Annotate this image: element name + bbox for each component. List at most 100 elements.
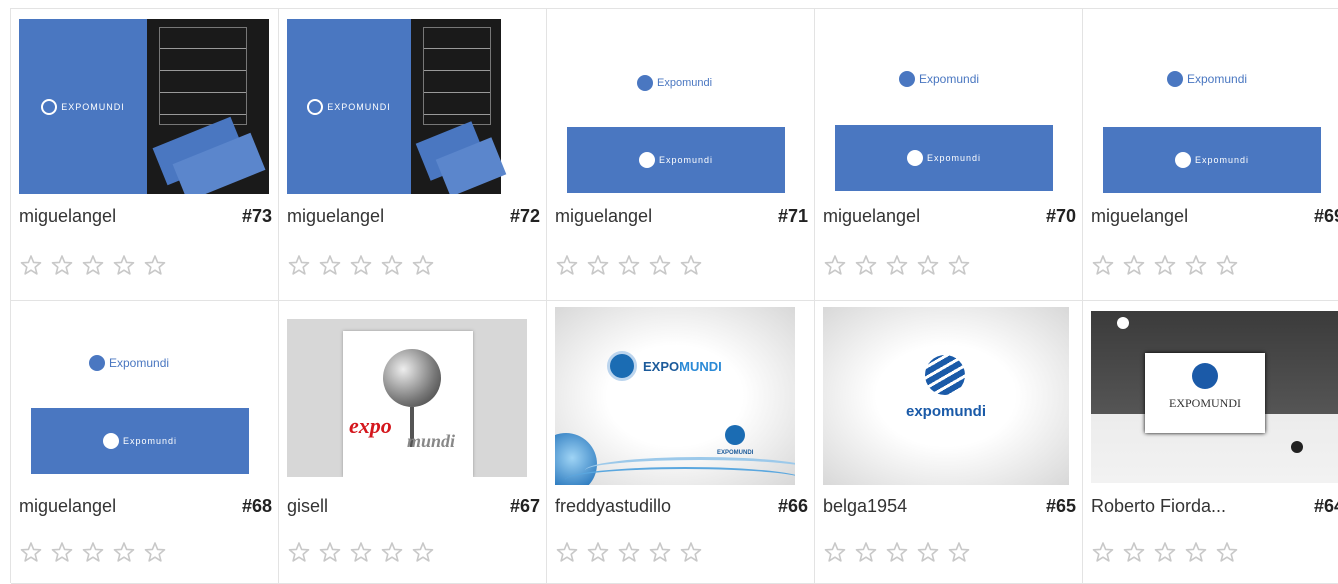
star-outline-icon[interactable]	[287, 254, 311, 276]
entry-author[interactable]: belga1954	[823, 496, 907, 517]
entry-author[interactable]: miguelangel	[1091, 206, 1188, 227]
star-outline-icon[interactable]	[112, 254, 136, 276]
star-outline-icon[interactable]	[81, 541, 105, 563]
star-outline-icon[interactable]	[617, 541, 641, 563]
thumbnail-logo-text: expo	[349, 413, 392, 438]
star-outline-icon[interactable]	[648, 254, 672, 276]
thumbnail-logo-text: Expomundi	[657, 77, 713, 89]
star-outline-icon[interactable]	[50, 254, 74, 276]
star-outline-icon[interactable]	[885, 254, 909, 276]
star-outline-icon[interactable]	[50, 541, 74, 563]
thumbnail-logo-text: Expomundi	[658, 155, 714, 165]
star-outline-icon[interactable]	[143, 541, 167, 563]
star-outline-icon[interactable]	[1153, 541, 1177, 563]
star-outline-icon[interactable]	[318, 541, 342, 563]
entry-thumbnail[interactable]: Expomundi Expomundi	[823, 19, 1073, 194]
entry-card[interactable]: Expomundi Expomundi miguelangel #70	[815, 9, 1083, 301]
thumbnail-logo-text: EXPOMUNDI	[717, 450, 754, 456]
star-outline-icon[interactable]	[318, 254, 342, 276]
entry-card[interactable]: EXPOMUNDI EXPOMUNDI freddyastudillo #66	[547, 301, 815, 584]
entry-card[interactable]: Expomundi Expomundi miguelangel #68	[11, 301, 279, 584]
star-outline-icon[interactable]	[885, 541, 909, 563]
star-outline-icon[interactable]	[112, 541, 136, 563]
star-outline-icon[interactable]	[648, 541, 672, 563]
entry-author[interactable]: gisell	[287, 496, 328, 517]
star-outline-icon[interactable]	[1215, 254, 1239, 276]
star-outline-icon[interactable]	[823, 254, 847, 276]
entry-card[interactable]: EXPOMUNDI miguelangel #73	[11, 9, 279, 301]
rating-stars[interactable]	[287, 254, 435, 276]
star-outline-icon[interactable]	[555, 541, 579, 563]
rating-stars[interactable]	[823, 541, 971, 563]
entry-card[interactable]: expomundi belga1954 #65	[815, 301, 1083, 584]
entry-thumbnail[interactable]: Expomundi Expomundi	[555, 19, 805, 194]
star-outline-icon[interactable]	[287, 541, 311, 563]
entry-card[interactable]: EXPOMUNDI Roberto Fiorda... #64	[1083, 301, 1338, 584]
star-outline-icon[interactable]	[349, 254, 373, 276]
star-outline-icon[interactable]	[411, 541, 435, 563]
star-outline-icon[interactable]	[586, 254, 610, 276]
star-outline-icon[interactable]	[411, 254, 435, 276]
entry-thumbnail[interactable]: EXPOMUNDI	[19, 19, 269, 194]
star-outline-icon[interactable]	[1122, 254, 1146, 276]
entry-author[interactable]: miguelangel	[19, 206, 116, 227]
entry-card[interactable]: Expomundi Expomundi miguelangel #69	[1083, 9, 1338, 301]
entry-thumbnail[interactable]: expomundi	[823, 307, 1069, 485]
rating-stars[interactable]	[1091, 541, 1239, 563]
star-outline-icon[interactable]	[1091, 541, 1115, 563]
entry-number: #71	[777, 206, 808, 226]
entry-author[interactable]: Roberto Fiorda...	[1091, 496, 1226, 517]
star-outline-icon[interactable]	[380, 541, 404, 563]
thumbnail-logo-text: Expomundi	[1187, 72, 1248, 86]
entry-author[interactable]: freddyastudillo	[555, 496, 671, 517]
rating-stars[interactable]	[823, 254, 971, 276]
star-outline-icon[interactable]	[1184, 541, 1208, 563]
star-outline-icon[interactable]	[679, 541, 703, 563]
rating-stars[interactable]	[19, 254, 167, 276]
entry-author[interactable]: miguelangel	[19, 496, 116, 517]
star-outline-icon[interactable]	[19, 541, 43, 563]
star-outline-icon[interactable]	[1184, 254, 1208, 276]
rating-stars[interactable]	[19, 541, 167, 563]
entry-thumbnail[interactable]: EXPOMUNDI	[287, 19, 537, 194]
star-outline-icon[interactable]	[617, 254, 641, 276]
rating-stars[interactable]	[1091, 254, 1239, 276]
star-outline-icon[interactable]	[81, 254, 105, 276]
star-outline-icon[interactable]	[19, 254, 43, 276]
entry-card[interactable]: Expomundi Expomundi miguelangel #71	[547, 9, 815, 301]
entry-thumbnail[interactable]: EXPOMUNDI	[1091, 311, 1338, 483]
star-outline-icon[interactable]	[380, 254, 404, 276]
globe-icon	[899, 71, 915, 87]
entry-number: #65	[1045, 496, 1076, 516]
star-outline-icon[interactable]	[947, 541, 971, 563]
star-outline-icon[interactable]	[143, 254, 167, 276]
star-outline-icon[interactable]	[916, 254, 940, 276]
star-outline-icon[interactable]	[679, 254, 703, 276]
star-outline-icon[interactable]	[854, 254, 878, 276]
star-outline-icon[interactable]	[1091, 254, 1115, 276]
rating-stars[interactable]	[555, 541, 703, 563]
star-outline-icon[interactable]	[586, 541, 610, 563]
star-outline-icon[interactable]	[1153, 254, 1177, 276]
star-outline-icon[interactable]	[823, 541, 847, 563]
entry-thumbnail[interactable]: Expomundi Expomundi	[19, 307, 269, 482]
star-outline-icon[interactable]	[349, 541, 373, 563]
entry-card[interactable]: EXPOMUNDI miguelangel #72	[279, 9, 547, 301]
star-outline-icon[interactable]	[555, 254, 579, 276]
rating-stars[interactable]	[287, 541, 435, 563]
star-outline-icon[interactable]	[947, 254, 971, 276]
star-outline-icon[interactable]	[854, 541, 878, 563]
entry-thumbnail[interactable]: expo mundi	[287, 319, 527, 477]
entry-author[interactable]: miguelangel	[823, 206, 920, 227]
star-outline-icon[interactable]	[916, 541, 940, 563]
entry-thumbnail[interactable]: EXPOMUNDI EXPOMUNDI	[555, 307, 795, 485]
entry-author[interactable]: miguelangel	[555, 206, 652, 227]
thumbnail-logo-text: EXPOMUNDI	[1169, 396, 1241, 410]
star-outline-icon[interactable]	[1122, 541, 1146, 563]
entry-thumbnail[interactable]: Expomundi Expomundi	[1091, 19, 1338, 194]
star-outline-icon[interactable]	[1215, 541, 1239, 563]
entry-card[interactable]: expo mundi gisell #67	[279, 301, 547, 584]
thumbnail-logo-text: Expomundi	[122, 436, 178, 446]
rating-stars[interactable]	[555, 254, 703, 276]
entry-author[interactable]: miguelangel	[287, 206, 384, 227]
